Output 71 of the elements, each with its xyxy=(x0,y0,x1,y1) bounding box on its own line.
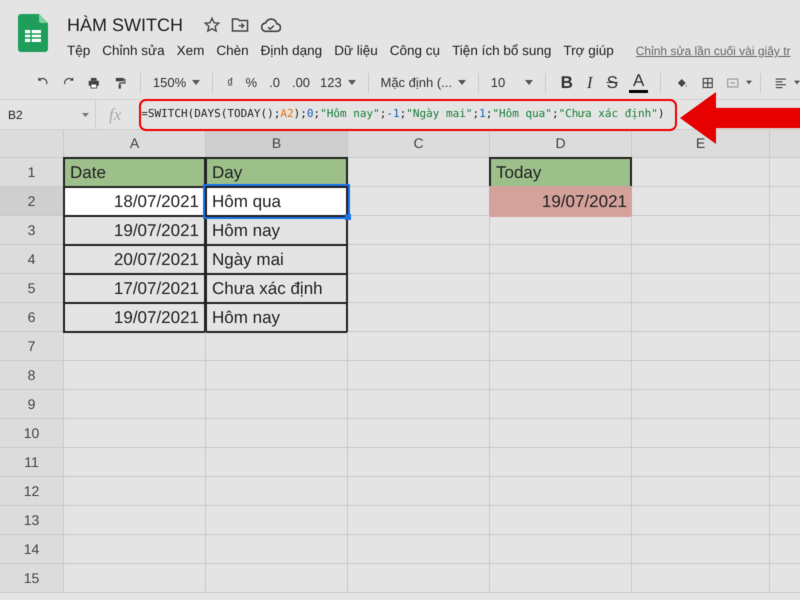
menu-item[interactable]: Định dạng xyxy=(260,41,322,62)
dropdown-button[interactable]: 123 xyxy=(316,72,360,92)
name-box[interactable]: B2 xyxy=(0,100,96,129)
table-cell: Today xyxy=(489,157,632,188)
row-header[interactable]: 5 xyxy=(0,274,64,302)
row-header[interactable]: 15 xyxy=(0,564,64,592)
format-button[interactable]: .0 xyxy=(263,72,286,92)
caret-icon xyxy=(82,112,89,116)
menu-item[interactable]: Tệp xyxy=(67,41,90,62)
caret-icon xyxy=(794,80,800,85)
row-header[interactable]: 9 xyxy=(0,390,64,418)
caret-icon xyxy=(192,80,200,85)
table-cell: Hôm nay xyxy=(205,302,348,333)
caret-icon xyxy=(458,80,466,85)
formula-input[interactable]: =SWITCH(DAYS(TODAY();A2);0;"Hôm nay";-1;"Ngày mai";1;"Hôm qua";"Chưa xác định") xyxy=(141,106,665,123)
table-cell: 19/07/2021 xyxy=(489,186,632,217)
bold-button[interactable]: B xyxy=(554,70,580,96)
column-header[interactable]: C xyxy=(348,130,490,157)
menu-item[interactable]: Xem xyxy=(176,41,204,62)
strikethrough-button[interactable]: S xyxy=(600,70,625,96)
menu-item[interactable]: Trợ giúp xyxy=(563,41,614,62)
row-header[interactable]: 2 xyxy=(0,187,64,215)
column-header[interactable]: D xyxy=(490,130,632,157)
row-header[interactable]: 10 xyxy=(0,419,64,447)
column-header[interactable]: A xyxy=(64,130,206,157)
table-cell: 20/07/2021 xyxy=(63,244,206,275)
format-button[interactable]: % xyxy=(240,72,264,92)
last-edit-link[interactable]: Chỉnh sửa lần cuối vài giây tr xyxy=(636,42,791,60)
folder-icon[interactable] xyxy=(231,17,249,33)
row-header[interactable]: 13 xyxy=(0,506,64,534)
row-header[interactable]: 11 xyxy=(0,448,64,476)
table-cell: 19/07/2021 xyxy=(63,215,206,246)
table-cell: Date xyxy=(63,157,206,188)
row-header[interactable]: 6 xyxy=(0,303,64,331)
text-color-button[interactable]: A xyxy=(628,72,648,93)
table-cell: 18/07/2021 xyxy=(63,186,206,217)
selection-handle[interactable] xyxy=(345,214,351,220)
dropdown-button[interactable]: 10 xyxy=(486,72,537,92)
table-cell: Hôm qua xyxy=(205,186,348,217)
row-header[interactable]: 3 xyxy=(0,216,64,244)
function-label: fx xyxy=(109,104,122,126)
document-title[interactable]: HÀM SWITCH xyxy=(67,14,183,38)
row-header[interactable]: 7 xyxy=(0,332,64,360)
column-header[interactable]: B xyxy=(206,130,348,157)
menu-item[interactable]: Chỉnh sửa xyxy=(102,41,165,62)
row-header[interactable]: 12 xyxy=(0,477,64,505)
star-icon[interactable] xyxy=(203,16,221,34)
menu-item[interactable]: Dữ liệu xyxy=(334,41,378,62)
dropdown-button[interactable]: Mặc định (... xyxy=(376,72,470,92)
table-cell: 19/07/2021 xyxy=(63,302,206,333)
table-cell: Ngày mai xyxy=(205,244,348,275)
menu-item[interactable]: Công cụ xyxy=(390,41,440,62)
menu-item[interactable]: Chèn xyxy=(216,41,249,62)
table-cell: Chưa xác định xyxy=(205,273,348,304)
corner-cell[interactable] xyxy=(0,130,64,157)
format-button[interactable]: ₫ xyxy=(220,72,240,92)
spreadsheet-logo-icon[interactable] xyxy=(18,14,48,52)
dropdown-button[interactable]: 150% xyxy=(148,72,204,92)
row-header[interactable]: 4 xyxy=(0,245,64,273)
italic-button[interactable]: I xyxy=(580,70,600,96)
row-header[interactable]: 8 xyxy=(0,361,64,389)
cloud-icon[interactable] xyxy=(261,18,281,32)
menu-item[interactable]: Tiện ích bổ sung xyxy=(452,41,552,62)
caret-icon xyxy=(348,80,356,85)
column-header[interactable]: E xyxy=(632,130,770,157)
caret-icon xyxy=(524,80,533,85)
caret-icon xyxy=(746,80,752,85)
row-header[interactable]: 1 xyxy=(0,158,64,186)
format-button[interactable]: .00 xyxy=(286,72,316,92)
table-cell: 17/07/2021 xyxy=(63,273,206,304)
row-header[interactable]: 14 xyxy=(0,535,64,563)
